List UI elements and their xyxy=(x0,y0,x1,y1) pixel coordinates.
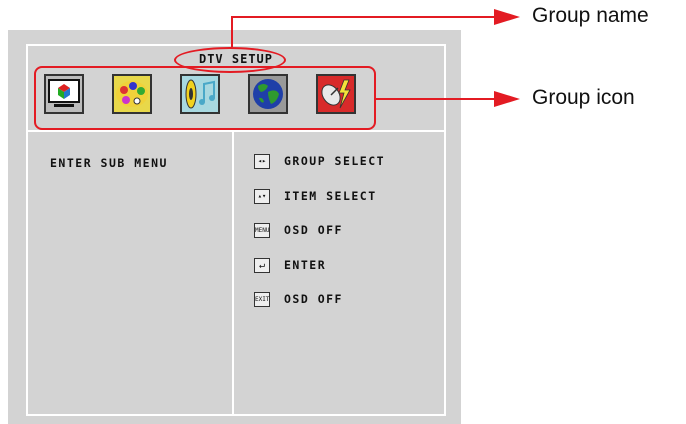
arrow-head-icon xyxy=(494,91,520,107)
group-icon-label: Group icon xyxy=(532,86,635,109)
annotation-leader-lines xyxy=(231,9,520,107)
arrow-head-icon xyxy=(494,9,520,25)
group-name-label: Group name xyxy=(532,4,649,27)
